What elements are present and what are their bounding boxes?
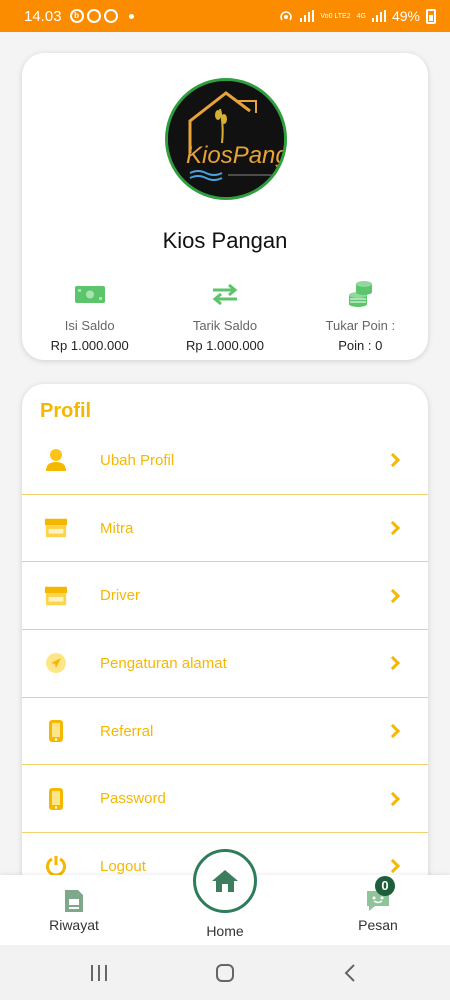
phone-icon (44, 787, 68, 811)
notification-dot-icon (128, 13, 134, 19)
tukar-poin-value: Poin : 0 (338, 338, 383, 353)
message-count-badge: 0 (375, 876, 395, 896)
user-icon (44, 448, 68, 472)
phone-icon (44, 719, 68, 743)
menu-list: Ubah Profil Mitra Driver Pengaturan alam… (22, 427, 428, 901)
menu-label: Password (100, 790, 166, 808)
coins-icon (293, 279, 428, 309)
tukar-poin-label: Tukar Poin : (325, 318, 396, 333)
logo-text: KiosPangan (186, 142, 284, 169)
nav-riwayat-label: Riwayat (49, 917, 99, 933)
menu-item-password[interactable]: Password (22, 765, 428, 834)
menu-item-ubah-profil[interactable]: Ubah Profil (22, 427, 428, 495)
menu-label: Ubah Profil (100, 451, 175, 469)
signal-icon (371, 10, 386, 22)
store-name: Kios Pangan (162, 228, 288, 253)
isi-saldo-value: Rp 1.000.000 (50, 338, 129, 353)
signal-icon (300, 10, 315, 22)
status-right-group: Vo0 LTE2 4G 49% (278, 8, 436, 24)
nav-pesan[interactable]: Pesan (348, 889, 408, 933)
chevron-right-icon (385, 453, 401, 468)
network-label: Vo0 LTE2 (320, 12, 351, 20)
network-label: 4G (356, 12, 366, 20)
menu-item-mitra[interactable]: Mitra (22, 495, 428, 563)
nav-home-label-wrap[interactable]: Home (185, 923, 265, 939)
store-logo: KiosPangan (165, 78, 287, 200)
home-system-icon[interactable] (215, 963, 235, 983)
battery-percent: 49% (391, 8, 420, 24)
menu-item-driver[interactable]: Driver (22, 562, 428, 631)
back-icon[interactable] (343, 963, 357, 983)
home-button[interactable] (193, 849, 257, 913)
isi-saldo-action[interactable]: Isi Saldo Rp 1.000.000 (22, 279, 157, 353)
hotspot-icon (280, 11, 293, 21)
menu-item-referral[interactable]: Referral (22, 698, 428, 766)
menu-title: Profil (40, 400, 92, 422)
nav-riwayat[interactable]: Riwayat (44, 889, 104, 933)
kios-pangan-logo-icon: KiosPangan (168, 81, 284, 197)
recent-apps-icon[interactable] (90, 963, 108, 983)
nav-pesan-label: Pesan (358, 917, 398, 933)
b-icon: b (69, 9, 84, 23)
chevron-right-icon (385, 520, 401, 536)
chevron-right-icon (385, 791, 401, 806)
battery-icon (426, 8, 436, 24)
whatsapp-icon (103, 9, 118, 23)
location-arrow-icon (44, 651, 68, 675)
tarik-saldo-action[interactable]: Tarik Saldo Rp 1.000.000 (157, 279, 292, 353)
money-icon (22, 279, 157, 309)
home-icon (212, 870, 238, 892)
menu-label: Pengaturan alamat (100, 654, 227, 672)
menu-label: Logout (100, 857, 146, 875)
menu-label: Driver (100, 587, 140, 605)
tarik-saldo-label: Tarik Saldo (192, 318, 258, 333)
menu-item-pengaturan-alamat[interactable]: Pengaturan alamat (22, 630, 428, 698)
chevron-right-icon (385, 859, 401, 874)
chevron-right-icon (385, 588, 401, 603)
store-icon (44, 584, 68, 608)
whatsapp-icon (86, 9, 101, 23)
nav-home-label: Home (206, 923, 244, 939)
menu-label: Mitra (100, 519, 134, 537)
tukar-poin-action[interactable]: Tukar Poin : Poin : 0 (293, 279, 428, 353)
system-navigation-bar (0, 945, 450, 1000)
menu-label: Referral (100, 722, 154, 740)
history-document-icon (65, 890, 83, 912)
transfer-arrows-icon (157, 279, 292, 309)
chevron-right-icon (385, 656, 401, 671)
status-bar: 14.03 b Vo0 LTE2 4G 49% (0, 0, 450, 32)
wallet-actions: Isi Saldo Rp 1.000.000 Tarik Saldo Rp 1.… (22, 279, 428, 353)
store-icon (44, 516, 68, 540)
chevron-right-icon (385, 724, 401, 739)
status-time: 14.03 (24, 7, 62, 25)
profile-card: KiosPangan Kios Pangan Isi Saldo Rp 1.00… (22, 53, 428, 360)
tarik-saldo-value: Rp 1.000.000 (185, 338, 265, 353)
isi-saldo-label: Isi Saldo (64, 318, 115, 333)
